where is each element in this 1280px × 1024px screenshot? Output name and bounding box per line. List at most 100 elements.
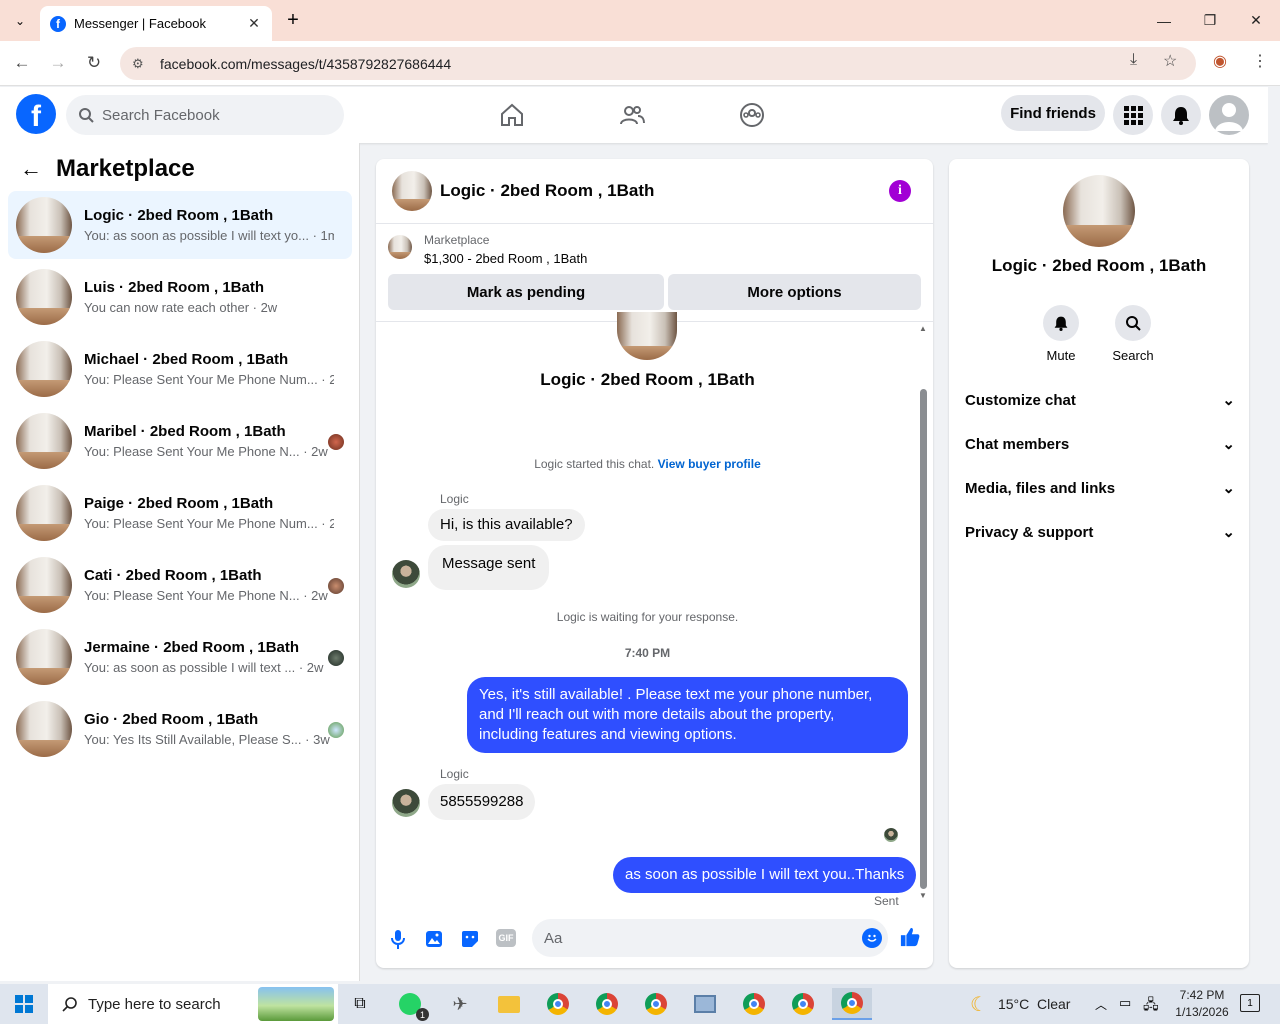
listing-thumbnail bbox=[16, 341, 72, 397]
install-app-icon[interactable]: ⤓ bbox=[1130, 51, 1137, 69]
facebook-search-input[interactable]: Search Facebook bbox=[66, 95, 344, 135]
conversation-item[interactable]: Paige · 2bed Room , 1Bath You: Please Sen… bbox=[8, 479, 352, 547]
forward-icon[interactable]: → bbox=[44, 49, 72, 77]
conversation-preview: You: as soon as possible I will text ...… bbox=[84, 660, 324, 675]
minimize-icon[interactable]: — bbox=[1141, 0, 1187, 41]
gif-icon[interactable]: GIF bbox=[496, 929, 516, 947]
chrome-profile-icon[interactable] bbox=[783, 988, 823, 1020]
account-avatar[interactable] bbox=[1209, 95, 1249, 135]
incoming-message[interactable]: Hi, is this available? bbox=[428, 509, 585, 541]
url-field[interactable]: ⚙ facebook.com/messages/t/43587928276864… bbox=[120, 47, 1196, 80]
listing-summary[interactable]: Marketplace $1,300 - 2bed Room , 1Bath bbox=[388, 233, 587, 266]
chat-listing-thumbnail[interactable] bbox=[392, 171, 432, 211]
close-window-icon[interactable]: ✕ bbox=[1233, 0, 1279, 41]
privacy-support-section[interactable]: Privacy & support ⌄ bbox=[965, 520, 1235, 544]
file-explorer-icon[interactable] bbox=[489, 988, 529, 1020]
close-tab-icon[interactable]: ✕ bbox=[246, 15, 262, 32]
groups-icon[interactable] bbox=[732, 95, 772, 135]
menu-grid-icon[interactable] bbox=[1113, 95, 1153, 135]
chrome-icon[interactable] bbox=[538, 988, 578, 1020]
profile-icon[interactable]: ◉ bbox=[1213, 51, 1227, 71]
new-tab-icon[interactable]: + bbox=[281, 8, 305, 32]
photo-icon[interactable] bbox=[424, 929, 444, 949]
search-in-chat-button[interactable]: Search bbox=[1105, 305, 1161, 363]
facebook-logo-icon[interactable]: f bbox=[16, 94, 56, 134]
listing-thumbnail bbox=[16, 629, 72, 685]
chat-members-section[interactable]: Chat members ⌄ bbox=[965, 432, 1235, 456]
buyer-avatar[interactable] bbox=[392, 789, 420, 817]
chat-scrollbar[interactable]: ▲ ▼ bbox=[919, 324, 928, 900]
reload-icon[interactable]: ↻ bbox=[80, 49, 108, 77]
chrome-active-icon[interactable] bbox=[832, 988, 872, 1020]
chrome-profile-icon[interactable] bbox=[734, 988, 774, 1020]
read-receipt-avatar bbox=[328, 578, 344, 594]
url-text: facebook.com/messages/t/4358792827686444 bbox=[160, 55, 452, 72]
mark-as-pending-button[interactable]: Mark as pending bbox=[388, 274, 664, 310]
listing-thumbnail bbox=[16, 557, 72, 613]
search-highlight-image bbox=[258, 987, 334, 1021]
browser-menu-icon[interactable]: ⋮ bbox=[1252, 51, 1268, 71]
media-files-links-section[interactable]: Media, files and links ⌄ bbox=[965, 476, 1235, 500]
more-options-button[interactable]: More options bbox=[668, 274, 921, 310]
info-icon[interactable]: i bbox=[889, 180, 911, 202]
conversation-item[interactable]: Gio · 2bed Room , 1Bath You: Yes Its Stil… bbox=[8, 695, 352, 763]
read-receipt-avatar bbox=[328, 650, 344, 666]
chevron-down-icon: ⌄ bbox=[1222, 436, 1235, 453]
conversation-item[interactable]: Michael · 2bed Room , 1Bath You: Please S… bbox=[8, 335, 352, 403]
conversation-preview: You: Please Sent Your Me Phone Num... · … bbox=[84, 516, 334, 531]
mute-button[interactable]: Mute bbox=[1033, 305, 1089, 363]
taskbar-search-input[interactable]: Type here to search bbox=[48, 984, 338, 1024]
chat-title[interactable]: Logic · 2bed Room , 1Bath bbox=[440, 181, 654, 201]
thumbs-up-icon[interactable] bbox=[900, 927, 920, 947]
marketplace-label: Marketplace bbox=[424, 233, 490, 247]
message-input[interactable]: Aa bbox=[532, 919, 888, 957]
conversation-item[interactable]: Luis · 2bed Room , 1Bath You can now rate… bbox=[8, 263, 352, 331]
notification-center-icon[interactable]: 1 bbox=[1240, 994, 1260, 1012]
microphone-icon[interactable] bbox=[388, 929, 408, 949]
search-placeholder: Search Facebook bbox=[102, 106, 220, 124]
view-buyer-profile-link[interactable]: View buyer profile bbox=[658, 457, 761, 471]
clock[interactable]: 7:42 PM 1/13/2026 bbox=[1166, 987, 1238, 1021]
windows-start-icon[interactable] bbox=[4, 988, 44, 1020]
chat-header: Logic · 2bed Room , 1Bath i bbox=[376, 159, 933, 224]
message-list[interactable]: Logic · 2bed Room , 1Bath Logic started … bbox=[376, 312, 933, 908]
conversation-item[interactable]: Cati · 2bed Room , 1Bath You: Please Sent… bbox=[8, 551, 352, 619]
outgoing-message[interactable]: Yes, it's still available! . Please text… bbox=[467, 677, 908, 753]
chrome-profile-icon[interactable] bbox=[587, 988, 627, 1020]
sticker-icon[interactable] bbox=[460, 929, 480, 949]
task-view-icon[interactable]: ⧉ bbox=[340, 988, 380, 1020]
back-icon[interactable]: ← bbox=[8, 49, 36, 77]
bookmark-star-icon[interactable]: ☆ bbox=[1163, 51, 1177, 71]
page-scrollbar[interactable] bbox=[1268, 87, 1280, 981]
browser-tab[interactable]: f Messenger | Facebook ✕ bbox=[40, 6, 272, 41]
notifications-bell-icon[interactable] bbox=[1161, 95, 1201, 135]
tray-chevron-up-icon[interactable]: ︿ bbox=[1095, 996, 1107, 1013]
meet-icon[interactable]: ▭ bbox=[1119, 995, 1131, 1011]
outgoing-message[interactable]: as soon as possible I will text you..Tha… bbox=[613, 857, 917, 893]
tab-search-dropdown[interactable]: ⌄ bbox=[8, 10, 32, 32]
incoming-message[interactable]: 5855599288 bbox=[428, 784, 536, 820]
buyer-avatar[interactable] bbox=[392, 560, 420, 588]
network-icon[interactable]: 🖧 bbox=[1143, 994, 1159, 1018]
whatsapp-icon[interactable]: 1 bbox=[390, 988, 430, 1021]
waiting-note: Logic is waiting for your response. bbox=[556, 610, 739, 624]
customize-chat-section[interactable]: Customize chat ⌄ bbox=[965, 388, 1235, 412]
app-icon[interactable]: ✈ bbox=[440, 988, 480, 1020]
chrome-profile-icon[interactable] bbox=[636, 988, 676, 1020]
home-icon[interactable] bbox=[492, 95, 532, 135]
conversation-item[interactable]: Logic · 2bed Room , 1Bath You: as soon as… bbox=[8, 191, 352, 259]
listing-thumbnail bbox=[16, 701, 72, 757]
seen-avatar bbox=[884, 828, 898, 842]
weather-widget[interactable]: ☾ 15°C Clear bbox=[970, 984, 1070, 1024]
site-info-icon[interactable]: ⚙ bbox=[132, 56, 148, 72]
restore-icon[interactable]: ❐ bbox=[1187, 0, 1233, 41]
find-friends-button[interactable]: Find friends bbox=[1001, 95, 1105, 131]
search-icon bbox=[79, 108, 94, 123]
incoming-message[interactable]: Message sent bbox=[428, 545, 550, 590]
friends-icon[interactable] bbox=[612, 95, 652, 135]
back-arrow-icon[interactable]: ← bbox=[20, 156, 42, 182]
conversation-item[interactable]: Maribel · 2bed Room , 1Bath You: Please S… bbox=[8, 407, 352, 475]
app-icon[interactable] bbox=[685, 988, 725, 1020]
conversation-item[interactable]: Jermaine · 2bed Room , 1Bath You: as soon… bbox=[8, 623, 352, 691]
emoji-icon[interactable] bbox=[862, 928, 882, 948]
